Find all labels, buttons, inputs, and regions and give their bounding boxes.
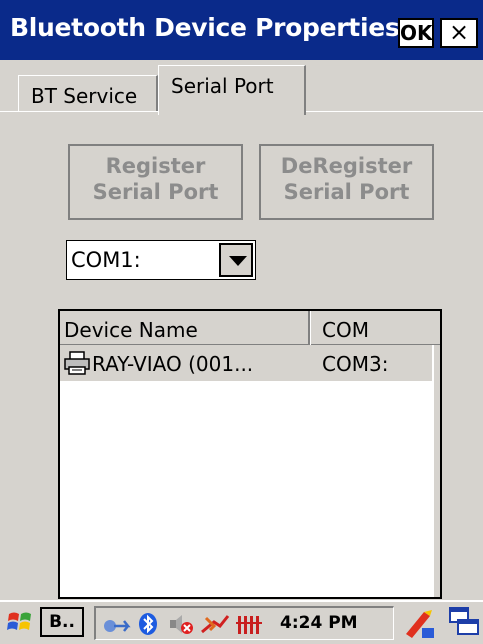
register-button-label: Register Serial Port — [92, 154, 219, 204]
power-icon[interactable] — [200, 612, 230, 640]
signal-icon[interactable] — [236, 612, 266, 640]
column-divider[interactable] — [308, 311, 311, 345]
bluetooth-icon[interactable] — [136, 612, 160, 640]
printer-icon — [64, 351, 90, 379]
list-header: Device Name COM — [60, 311, 440, 345]
taskbar: B.. 4:24 PM — [0, 600, 483, 644]
dropdown-button[interactable] — [219, 243, 253, 277]
volume-muted-icon[interactable] — [168, 612, 194, 640]
ok-button[interactable]: OK — [398, 18, 434, 48]
system-tray: 4:24 PM — [94, 606, 394, 640]
deregister-button-label: DeRegister Serial Port — [280, 154, 413, 204]
tab-divider — [306, 111, 483, 112]
tab-serial-port[interactable]: Serial Port — [158, 65, 306, 115]
column-header-com[interactable]: COM — [322, 318, 369, 342]
com-port-select[interactable]: COM1: — [66, 240, 256, 280]
clock[interactable]: 4:24 PM — [280, 613, 358, 633]
network-icon[interactable] — [102, 612, 132, 640]
list-item[interactable]: RAY-VIAO (001... COM3: — [60, 345, 432, 381]
scrollbar[interactable] — [434, 345, 440, 597]
device-name-cell: RAY-VIAO (001... — [92, 352, 254, 376]
close-button[interactable]: × — [440, 18, 478, 48]
window-title: Bluetooth Device Properties — [10, 13, 400, 42]
register-serial-port-button[interactable]: Register Serial Port — [68, 144, 243, 220]
device-com-cell: COM3: — [322, 352, 389, 376]
tab-bt-service[interactable]: BT Service — [18, 75, 158, 111]
deregister-serial-port-button[interactable]: DeRegister Serial Port — [259, 144, 434, 220]
keyboard-icon[interactable] — [402, 606, 436, 644]
title-bar: Bluetooth Device Properties OK × — [0, 0, 483, 60]
start-flag-icon[interactable] — [6, 608, 34, 640]
column-header-device-name[interactable]: Device Name — [64, 318, 198, 342]
dialog-content: BT Service Serial Port Register Serial P… — [0, 60, 483, 600]
chevron-down-icon — [229, 256, 247, 266]
desktop-icon[interactable] — [448, 606, 480, 642]
com-port-value: COM1: — [71, 248, 141, 272]
tab-bar: BT Service Serial Port — [0, 60, 483, 115]
tab-divider — [0, 111, 158, 112]
device-list[interactable]: Device Name COM RAY-VIAO (001... COM3: — [58, 309, 442, 599]
task-button[interactable]: B.. — [40, 607, 84, 637]
